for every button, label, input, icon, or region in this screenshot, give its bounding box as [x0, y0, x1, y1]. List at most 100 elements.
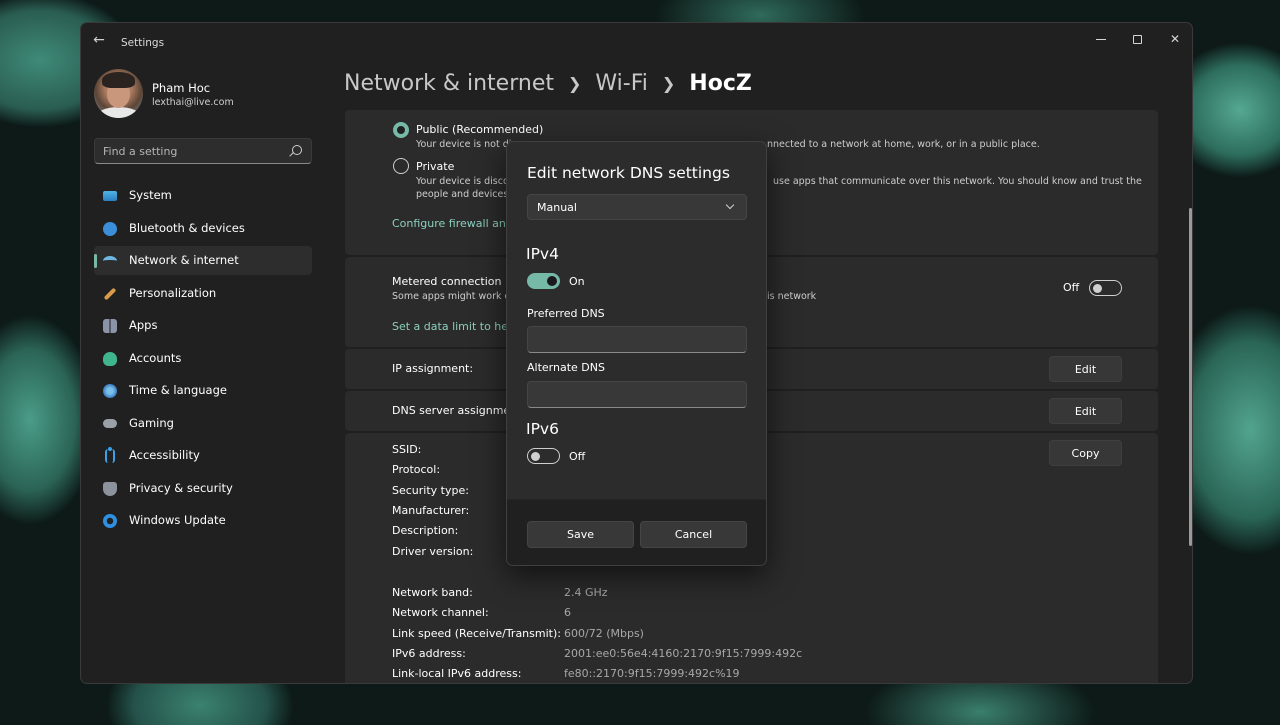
sidebar-item-gaming[interactable]: Gaming: [94, 409, 312, 438]
sidebar-item-label: Bluetooth & devices: [129, 220, 245, 235]
avatar[interactable]: [94, 69, 143, 118]
private-radio[interactable]: [393, 158, 409, 174]
shield-icon: [103, 481, 117, 496]
prop-linkspeed-value: 600/72 (Mbps): [564, 627, 644, 640]
search-box[interactable]: [94, 138, 312, 164]
globe-clock-icon: [103, 384, 117, 398]
prop-ipv6-label: IPv6 address:: [392, 647, 466, 660]
prop-linklocal-value: fe80::2170:9f15:7999:492c%19: [564, 667, 740, 680]
dns-edit-button[interactable]: Edit: [1049, 398, 1122, 424]
sidebar-item-label: Network & internet: [129, 253, 239, 267]
public-radio[interactable]: [393, 122, 409, 138]
avatar-hair: [102, 72, 135, 88]
avatar-shirt: [96, 107, 141, 118]
profile-email: lexthai@live.com: [152, 97, 234, 108]
metered-desc-end: is network: [767, 291, 817, 302]
search-input[interactable]: [95, 139, 285, 163]
dns-mode-select[interactable]: Manual: [527, 194, 747, 220]
sidebar-item-time-language[interactable]: Time & language: [94, 376, 312, 405]
sidebar-item-label: Privacy & security: [129, 480, 233, 495]
prop-driver-label: Driver version:: [392, 545, 474, 558]
prop-security-label: Security type:: [392, 484, 469, 497]
prop-description-label: Description:: [392, 524, 459, 537]
prop-channel-label: Network channel:: [392, 606, 489, 619]
sidebar-item-bluetooth[interactable]: Bluetooth & devices: [94, 214, 312, 243]
breadcrumb-network[interactable]: Network & internet: [344, 71, 554, 96]
sidebar-item-label: Personalization: [129, 285, 217, 300]
app-title: Settings: [121, 37, 165, 49]
public-desc-end: nnected to a network at home, work, or i…: [767, 139, 1040, 150]
data-limit-link[interactable]: Set a data limit to help: [392, 320, 518, 333]
chevron-right-icon: ❯: [567, 74, 582, 93]
private-label: Private: [416, 160, 455, 173]
ipv6-toggle[interactable]: [527, 448, 560, 464]
maximize-icon: [1132, 34, 1142, 44]
sidebar-item-accessibility[interactable]: Accessibility: [94, 441, 312, 470]
copy-button[interactable]: Copy: [1049, 440, 1122, 466]
save-button[interactable]: Save: [527, 521, 634, 548]
update-icon: [103, 514, 117, 528]
sidebar-item-personalization[interactable]: Personalization: [94, 279, 312, 308]
sidebar-item-label: Time & language: [129, 383, 227, 397]
sidebar-item-accounts[interactable]: Accounts: [94, 344, 312, 373]
metered-state-label: Off: [1063, 281, 1080, 294]
back-arrow-icon[interactable]: ←: [91, 32, 107, 48]
ipv6-state-label: Off: [569, 450, 586, 463]
sidebar-item-windows-update[interactable]: Windows Update: [94, 506, 312, 535]
ip-edit-button[interactable]: Edit: [1049, 356, 1122, 382]
accessibility-icon: [105, 447, 115, 463]
dialog-footer: Save Cancel: [507, 499, 766, 565]
configure-firewall-link[interactable]: Configure firewall and s: [392, 217, 522, 230]
gamepad-icon: [103, 418, 117, 428]
bluetooth-icon: [103, 221, 117, 236]
minimize-icon: [1096, 38, 1106, 40]
alternate-dns-input[interactable]: [527, 381, 747, 408]
page-title: HocZ: [689, 71, 752, 96]
alternate-dns-label: Alternate DNS: [527, 361, 605, 374]
ipv4-heading: IPv4: [526, 245, 559, 263]
sidebar-item-network[interactable]: Network & internet: [94, 246, 312, 275]
close-button[interactable]: ✕: [1157, 27, 1192, 51]
ipv4-toggle[interactable]: [527, 273, 560, 289]
dns-assignment-label: DNS server assignment: [392, 404, 522, 417]
dns-mode-value: Manual: [537, 201, 577, 214]
prop-band-value: 2.4 GHz: [564, 586, 608, 599]
preferred-dns-label: Preferred DNS: [527, 307, 605, 320]
prop-manufacturer-label: Manufacturer:: [392, 504, 470, 517]
private-desc-line2: people and devices o: [416, 189, 518, 200]
breadcrumb-wifi[interactable]: Wi-Fi: [595, 71, 648, 96]
dialog-title: Edit network DNS settings: [527, 164, 730, 182]
toggle-knob: [547, 276, 557, 286]
chevron-right-icon: ❯: [661, 74, 676, 93]
sidebar-item-label: Accessibility: [129, 448, 200, 462]
toggle-knob: [1093, 283, 1102, 293]
sidebar-item-label: Windows Update: [129, 513, 226, 527]
public-label: Public (Recommended): [416, 123, 544, 136]
prop-channel-value: 6: [564, 606, 571, 619]
metered-toggle[interactable]: [1089, 280, 1122, 296]
monitor-icon: [103, 191, 117, 201]
sidebar-item-label: Gaming: [129, 415, 174, 430]
ipv4-state-label: On: [569, 275, 585, 288]
dns-settings-dialog: Edit network DNS settings Manual IPv4 On…: [506, 141, 767, 566]
cancel-button[interactable]: Cancel: [640, 521, 747, 548]
wifi-icon: [103, 256, 117, 266]
metered-desc: Some apps might work dif: [392, 291, 517, 302]
preferred-dns-input[interactable]: [527, 326, 747, 353]
prop-ssid-label: SSID:: [392, 443, 422, 456]
ipv6-heading: IPv6: [526, 420, 559, 438]
sidebar-item-label: Accounts: [129, 350, 182, 365]
search-icon[interactable]: [292, 145, 302, 155]
sidebar-item-apps[interactable]: Apps: [94, 311, 312, 340]
prop-ipv6-value: 2001:ee0:56e4:4160:2170:9f15:7999:492c: [564, 647, 803, 660]
scrollbar[interactable]: [1189, 208, 1192, 546]
sidebar-item-privacy[interactable]: Privacy & security: [94, 474, 312, 503]
prop-linklocal-label: Link-local IPv6 address:: [392, 667, 522, 680]
maximize-button[interactable]: [1119, 27, 1155, 51]
chevron-down-icon: [725, 200, 735, 210]
minimize-button[interactable]: [1083, 27, 1119, 51]
ip-assignment-label: IP assignment:: [392, 362, 474, 375]
prop-protocol-label: Protocol:: [392, 463, 441, 476]
apps-icon: [103, 319, 117, 333]
sidebar-item-system[interactable]: System: [94, 181, 312, 210]
